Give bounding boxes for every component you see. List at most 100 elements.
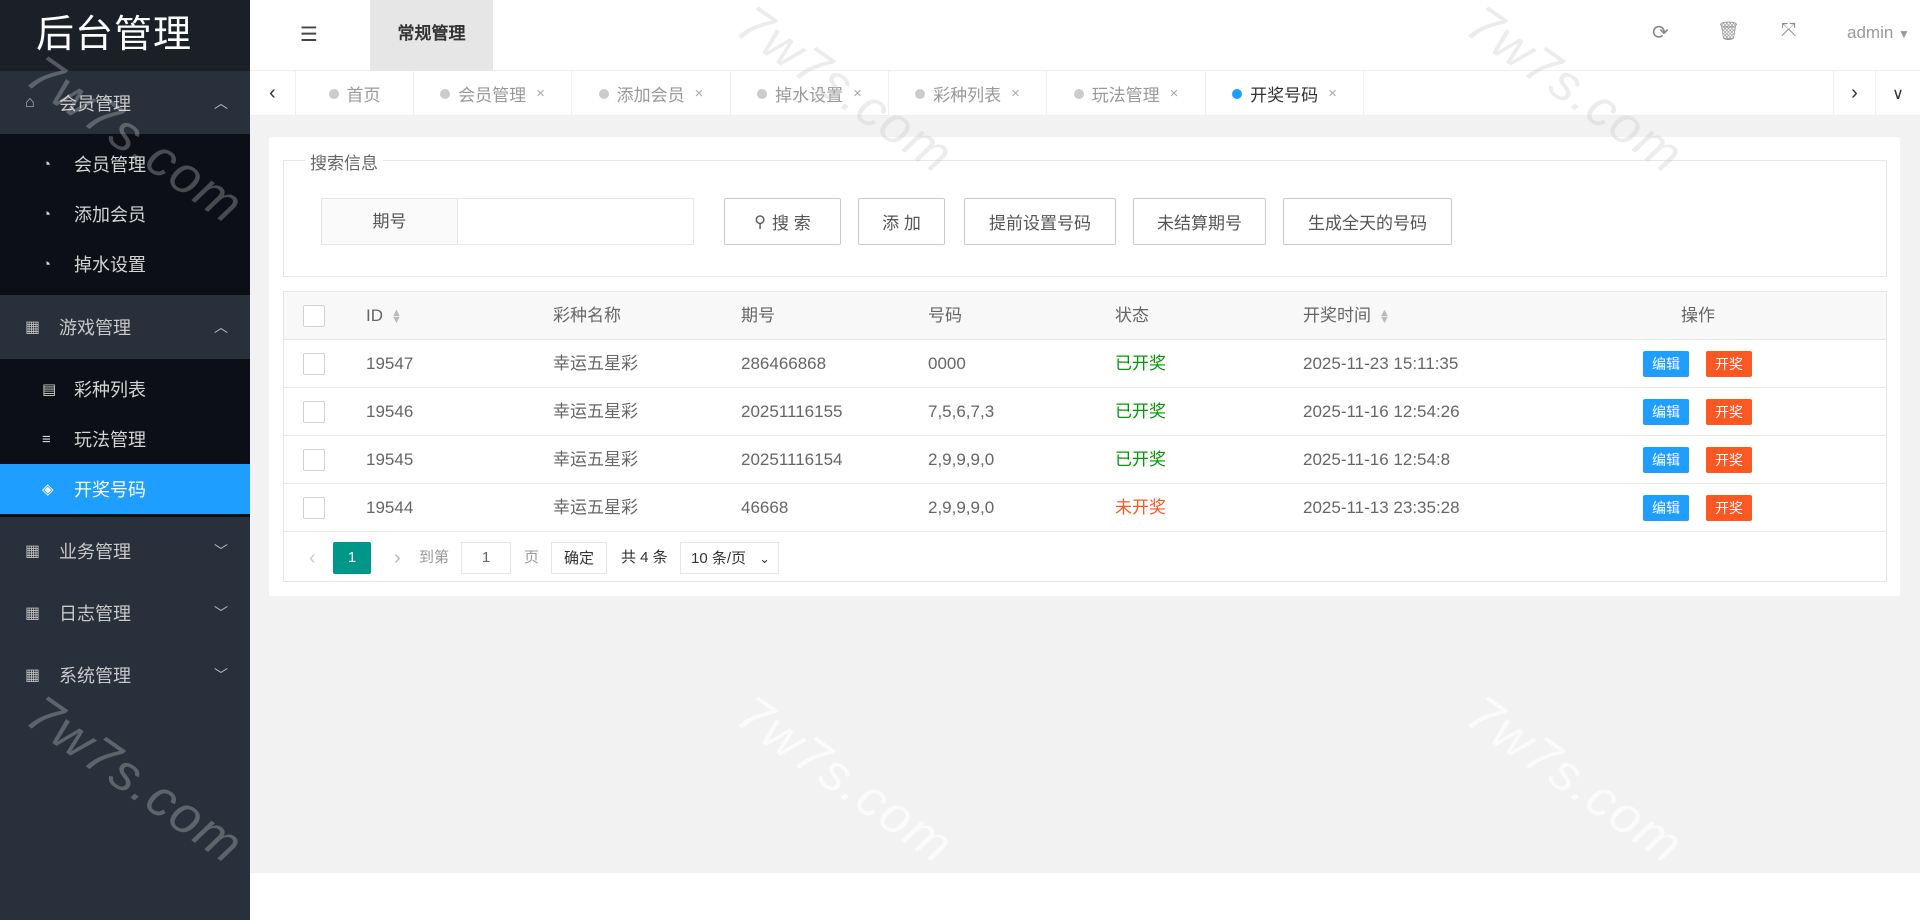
tab-dot	[329, 89, 339, 99]
period-input[interactable]	[459, 199, 693, 244]
col-id[interactable]: ID ▲▼	[366, 292, 402, 339]
cell-numbers: 7,5,6,7,3	[928, 388, 994, 435]
next-page[interactable]: ›	[394, 542, 401, 574]
cell-name: 幸运五星彩	[553, 388, 638, 435]
col-time[interactable]: 开奖时间▲▼	[1303, 292, 1390, 339]
chevron-down-icon: ⌄	[759, 543, 770, 575]
draw-table: ID▲▼ 彩种名称 期号 号码 状态 开奖时间▲▼ 操作 19547 幸运五星彩…	[283, 291, 1887, 582]
tab-home[interactable]: 首页	[296, 71, 414, 116]
submenu-game: ▤彩种列表 ≡玩法管理 ◈开奖号码	[0, 359, 250, 517]
add-button[interactable]: 添 加	[858, 198, 945, 245]
nav-tab-general[interactable]: 常规管理	[370, 0, 493, 71]
col-label: ID	[366, 306, 383, 325]
select-all-checkbox[interactable]	[303, 305, 325, 327]
sidebar-group-game[interactable]: ▦游戏管理︿	[0, 295, 250, 359]
chevron-up-icon: ︿	[214, 317, 228, 337]
tabs-scroll-right[interactable]: ›	[1833, 71, 1876, 116]
page-size-value: 10 条/页	[691, 550, 746, 567]
sort-icon[interactable]: ▲▼	[1379, 310, 1390, 324]
cell-name: 幸运五星彩	[553, 436, 638, 483]
row-checkbox[interactable]	[303, 449, 325, 471]
trash-icon[interactable]: 🗑	[1717, 21, 1740, 42]
page-1[interactable]: 1	[333, 542, 371, 574]
tab-label: 添加会员	[617, 81, 685, 106]
close-icon[interactable]: ×	[853, 85, 862, 102]
refresh-icon[interactable]: ⟳	[1652, 20, 1669, 45]
tab-dot	[757, 89, 767, 99]
sidebar-item-play-manage[interactable]: ≡玩法管理	[0, 414, 250, 464]
sidebar-group-log[interactable]: ▦日志管理﹀	[0, 582, 250, 644]
col-actions: 操作	[1680, 292, 1716, 339]
edit-button[interactable]: 编辑	[1643, 447, 1689, 473]
draw-button[interactable]: 开奖	[1706, 495, 1752, 521]
goto-confirm-button[interactable]: 确定	[551, 542, 607, 574]
tab-label: 彩种列表	[933, 81, 1001, 106]
period-field: 期号	[321, 198, 694, 245]
item-label: 掉水设置	[74, 251, 146, 277]
close-icon[interactable]: ×	[1170, 85, 1179, 102]
fullscreen-icon[interactable]: ⤧	[1781, 20, 1796, 42]
calendar-icon: ▦	[25, 541, 45, 561]
sidebar-item-draw-numbers[interactable]: ◈开奖号码	[0, 464, 250, 514]
close-icon[interactable]: ×	[1011, 85, 1020, 102]
unsettled-periods-button[interactable]: 未结算期号	[1133, 198, 1266, 245]
sidebar-item-add-member[interactable]: ◔添加会员	[0, 189, 250, 239]
close-icon[interactable]: ×	[536, 85, 545, 102]
tab-member-manage[interactable]: 会员管理 ×	[414, 71, 572, 116]
tabs-scroll-left[interactable]: ‹	[250, 71, 296, 116]
tab-draw-numbers[interactable]: 开奖号码×	[1206, 71, 1364, 116]
sidebar: 后台管理 ⌂会员管理︿ ◔会员管理 ◔添加会员 ◔掉水设置 ▦游戏管理︿ ▤彩种…	[0, 0, 250, 920]
row-checkbox[interactable]	[303, 353, 325, 375]
generate-day-numbers-button[interactable]: 生成全天的号码	[1283, 198, 1452, 245]
cell-name: 幸运五星彩	[553, 484, 638, 531]
page-label: 页	[524, 542, 539, 574]
table-row: 19547 幸运五星彩 286466868 0000 已开奖 2025-11-2…	[284, 340, 1886, 388]
home-icon: ⌂	[25, 94, 45, 112]
tab-rebate[interactable]: 掉水设置×	[731, 71, 889, 116]
close-icon[interactable]: ×	[695, 85, 704, 102]
chevron-up-icon: ︿	[214, 93, 228, 113]
tab-play-manage[interactable]: 玩法管理×	[1047, 71, 1206, 116]
edit-button[interactable]: 编辑	[1643, 495, 1689, 521]
goto-input[interactable]	[461, 542, 511, 574]
sidebar-group-business[interactable]: ▦业务管理﹀	[0, 520, 250, 582]
group-label: 会员管理	[59, 90, 131, 116]
sidebar-group-system[interactable]: ▦系统管理﹀	[0, 644, 250, 706]
draw-button[interactable]: 开奖	[1706, 399, 1752, 425]
sidebar-item-rebate[interactable]: ◔ 掉水设置	[0, 239, 250, 289]
col-name: 彩种名称	[553, 292, 621, 339]
tags-icon: ◈	[42, 480, 64, 498]
row-checkbox[interactable]	[303, 401, 325, 423]
close-icon[interactable]: ×	[1328, 85, 1337, 102]
dashboard-icon: ◔	[42, 256, 64, 273]
tabs-dropdown[interactable]: ∨	[1876, 71, 1920, 116]
sort-icon[interactable]: ▲▼	[391, 310, 402, 324]
cell-period: 286466868	[741, 340, 826, 387]
cell-id: 19546	[366, 388, 413, 435]
row-checkbox[interactable]	[303, 497, 325, 519]
edit-button[interactable]: 编辑	[1643, 351, 1689, 377]
cell-id: 19545	[366, 436, 413, 483]
sidebar-item-member-manage[interactable]: ◔会员管理	[0, 139, 250, 189]
tab-lottery-list[interactable]: 彩种列表 ×	[889, 71, 1047, 116]
tab-label: 首页	[347, 81, 381, 106]
preset-numbers-button[interactable]: 提前设置号码	[964, 198, 1116, 245]
edit-button[interactable]: 编辑	[1643, 399, 1689, 425]
total-count: 共 4 条	[621, 542, 668, 574]
prev-page[interactable]: ‹	[309, 542, 316, 574]
sidebar-item-lottery-list[interactable]: ▤彩种列表	[0, 364, 250, 414]
user-menu[interactable]: admin ▼	[1847, 23, 1910, 43]
cell-period: 20251116154	[741, 436, 842, 483]
menu-toggle-icon[interactable]: ☰	[300, 22, 318, 47]
tab-add-member[interactable]: 添加会员 ×	[572, 71, 731, 116]
search-button[interactable]: ⚲搜 索	[724, 198, 841, 245]
draw-button[interactable]: 开奖	[1706, 447, 1752, 473]
tab-dot	[599, 89, 609, 99]
tab-label: 会员管理	[458, 81, 526, 106]
top-header: ☰ 常规管理 ⟳ 🗑 ⤧ admin ▼	[250, 0, 1920, 71]
chevron-down-icon: ﹀	[214, 665, 228, 685]
page-size-select[interactable]: 10 条/页 ⌄	[680, 542, 779, 574]
search-legend: 搜索信息	[305, 149, 383, 174]
draw-button[interactable]: 开奖	[1706, 351, 1752, 377]
sidebar-group-member[interactable]: ⌂ 会员管理 ︿	[0, 71, 250, 134]
